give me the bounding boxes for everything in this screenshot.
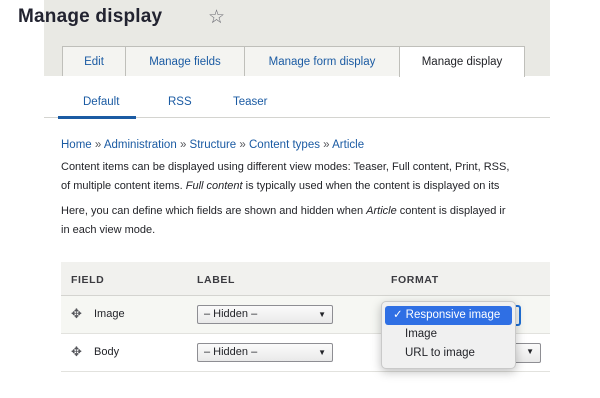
label-display-select[interactable]: – Hidden – ▼ bbox=[197, 343, 333, 362]
column-header-field: FIELD bbox=[71, 274, 105, 286]
tab-manage-fields[interactable]: Manage fields bbox=[125, 46, 245, 76]
breadcrumb-article[interactable]: Article bbox=[332, 139, 364, 151]
description-paragraph-2: Here, you can define which fields are sh… bbox=[61, 202, 550, 240]
format-option-responsive-image[interactable]: ✓ Responsive image bbox=[385, 306, 512, 325]
description-paragraph-1: Content items can be displayed using dif… bbox=[61, 158, 550, 196]
breadcrumb-separator: » bbox=[323, 139, 333, 151]
emphasis-article: Article bbox=[366, 205, 397, 217]
active-tab-indicator bbox=[58, 116, 136, 119]
emphasis-full-content: Full content bbox=[185, 180, 243, 192]
format-dropdown-menu: ✓ Responsive image Image URL to image bbox=[381, 301, 516, 369]
description-line: Here, you can define which fields are sh… bbox=[61, 205, 506, 217]
chevron-down-icon: ▼ bbox=[318, 310, 326, 319]
drag-handle-icon[interactable]: ✥ bbox=[71, 306, 82, 322]
label-display-select[interactable]: – Hidden – ▼ bbox=[197, 305, 333, 324]
field-name: Image bbox=[94, 308, 125, 320]
breadcrumb-separator: » bbox=[94, 139, 104, 151]
breadcrumb-separator: » bbox=[179, 139, 190, 151]
tab-manage-display[interactable]: Manage display bbox=[399, 46, 525, 77]
description-line: of multiple content items. Full content … bbox=[61, 180, 500, 192]
breadcrumb-content-types[interactable]: Content types bbox=[249, 139, 320, 151]
format-option-url-to-image[interactable]: URL to image bbox=[385, 344, 512, 363]
primary-tabs: Edit Manage fields Manage form display M… bbox=[62, 46, 525, 77]
chevron-down-icon: ▼ bbox=[318, 348, 326, 357]
secondary-tabs: Default RSS Teaser bbox=[44, 90, 550, 119]
drag-handle-icon[interactable]: ✥ bbox=[71, 344, 82, 360]
column-header-label: LABEL bbox=[197, 274, 235, 286]
breadcrumb-home[interactable]: Home bbox=[61, 139, 92, 151]
tab-rss[interactable]: RSS bbox=[168, 96, 192, 108]
breadcrumb-administration[interactable]: Administration bbox=[104, 139, 177, 151]
breadcrumb-separator: » bbox=[239, 139, 249, 151]
tab-teaser[interactable]: Teaser bbox=[233, 96, 268, 108]
format-select-body[interactable]: ▼ bbox=[515, 343, 541, 363]
check-icon: ✓ bbox=[393, 309, 403, 321]
tab-default[interactable]: Default bbox=[83, 96, 119, 108]
table-header: FIELD LABEL FORMAT bbox=[61, 262, 550, 296]
column-header-format: FORMAT bbox=[391, 274, 439, 286]
format-option-image[interactable]: Image bbox=[385, 325, 512, 344]
star-icon[interactable]: ☆ bbox=[208, 6, 225, 29]
page-title: Manage display bbox=[18, 6, 163, 27]
breadcrumb: Home » Administration » Structure » Cont… bbox=[61, 139, 364, 151]
tab-edit[interactable]: Edit bbox=[62, 46, 126, 76]
description-line: Content items can be displayed using dif… bbox=[61, 161, 510, 173]
field-name: Body bbox=[94, 346, 120, 358]
tab-manage-form-display[interactable]: Manage form display bbox=[244, 46, 400, 76]
description-line: in each view mode. bbox=[61, 224, 156, 236]
breadcrumb-structure[interactable]: Structure bbox=[190, 139, 237, 151]
chevron-down-icon: ▼ bbox=[526, 347, 534, 356]
